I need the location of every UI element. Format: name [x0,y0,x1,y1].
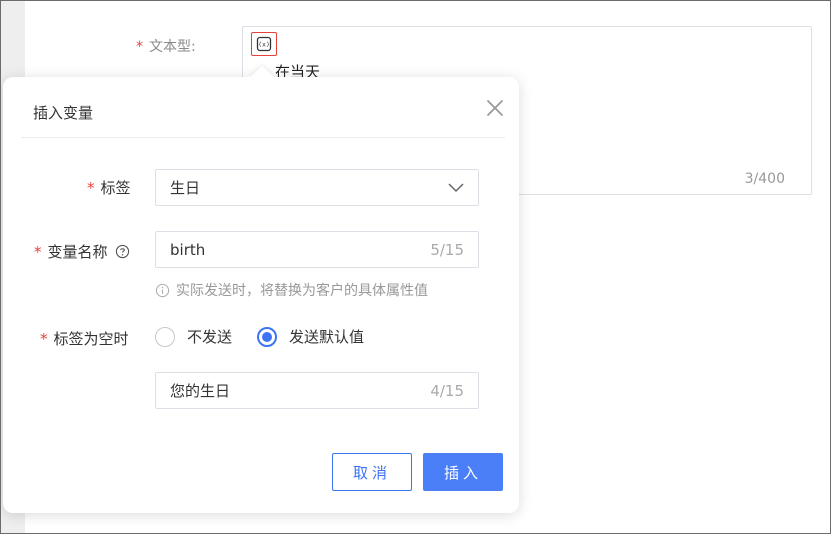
tag-select[interactable]: 生日 [155,169,479,206]
tag-label: * 标签 [87,179,131,197]
insert-variable-button[interactable]: (x) [251,32,277,56]
svg-text:(x): (x) [258,41,270,49]
radio-send-default-circle[interactable] [257,326,277,347]
default-value-input[interactable]: 您的生日 4/15 [155,372,479,409]
radio-no-send[interactable]: 不发送 [155,326,232,347]
radio-send-default[interactable]: 发送默认值 [257,326,364,347]
var-name-value: birth [170,240,206,259]
cancel-button[interactable]: 取消 [332,453,412,491]
insert-variable-dialog: 插入变量 * 标签 生日 * 变量名称 birth 5/15 实际发送时，将替换… [3,77,519,513]
text-type-label: * 文本型: [136,39,196,55]
dialog-title: 插入变量 [33,104,94,122]
default-value: 您的生日 [170,382,231,400]
char-count: 3/400 [744,171,785,187]
var-name-input[interactable]: birth 5/15 [155,231,479,268]
var-name-count: 5/15 [430,240,464,259]
required-mark: * [136,39,143,55]
close-icon [487,100,503,116]
variable-icon: (x) [256,36,272,52]
help-icon[interactable] [115,244,130,259]
divider [21,137,505,138]
empty-tag-label: * 标签为空时 [40,330,129,348]
radio-no-send-circle[interactable] [155,326,175,347]
var-name-label: * 变量名称 [34,241,130,262]
chevron-down-icon [448,182,464,192]
close-button[interactable] [485,98,505,118]
var-name-hint: 实际发送时，将替换为客户的具体属性值 [155,280,428,300]
tag-select-value: 生日 [170,179,201,197]
insert-button[interactable]: 插入 [423,453,503,491]
info-icon [155,283,170,297]
default-value-count: 4/15 [430,381,464,400]
